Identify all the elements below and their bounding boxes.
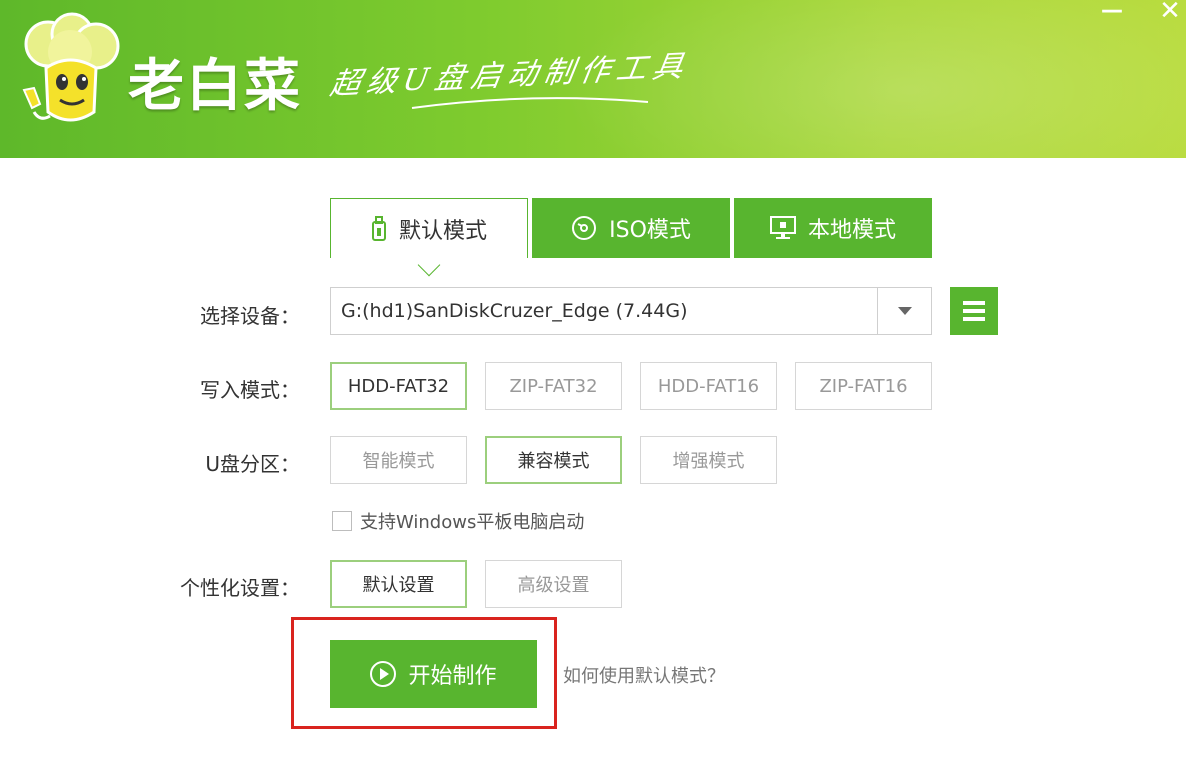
personalize-label: 个性化设置： (180, 576, 300, 600)
tab-local-mode[interactable]: 本地模式 (734, 198, 932, 258)
disc-icon (571, 215, 597, 241)
write-mode-zip-fat32[interactable]: ZIP-FAT32 (485, 362, 622, 410)
app-header: 老白菜 超级U盘启动制作工具 — ✕ (0, 0, 1186, 158)
device-select[interactable]: G:(hd1)SanDiskCruzer_Edge (7.44G) (330, 287, 932, 335)
tab-label: ISO模式 (609, 218, 691, 243)
start-button[interactable]: 开始制作 (330, 640, 537, 708)
menu-icon-bar (963, 301, 985, 305)
menu-icon-bar (963, 309, 985, 313)
chevron-down-icon[interactable] (877, 288, 931, 334)
brand-title: 老白菜 (128, 54, 302, 119)
menu-icon-bar (963, 317, 985, 321)
tab-default-mode[interactable]: 默认模式 (330, 198, 528, 277)
close-button[interactable]: ✕ (1150, 0, 1186, 26)
tab-label: 默认模式 (398, 218, 487, 244)
device-menu-button[interactable] (950, 287, 998, 335)
write-mode-hdd-fat16[interactable]: HDD-FAT16 (640, 362, 777, 410)
help-link[interactable]: 如何使用默认模式？ (563, 662, 725, 688)
tab-iso-mode[interactable]: ISO模式 (532, 198, 730, 258)
personalize-advanced[interactable]: 高级设置 (485, 560, 622, 608)
monitor-icon (769, 216, 796, 240)
device-label: 选择设备： (200, 304, 300, 328)
device-select-value: G:(hd1)SanDiskCruzer_Edge (7.44G) (341, 300, 688, 322)
partition-smart-mode[interactable]: 智能模式 (330, 436, 467, 484)
partition-enhanced-mode[interactable]: 增强模式 (640, 436, 777, 484)
usb-drive-icon (371, 215, 387, 242)
play-icon (370, 661, 397, 687)
cabbage-mascot-logo (22, 12, 120, 122)
tablet-boot-checkbox[interactable] (332, 511, 352, 531)
tablet-boot-label: 支持Windows平板电脑启动 (360, 512, 585, 533)
tablet-boot-option[interactable]: 支持Windows平板电脑启动 (332, 508, 584, 534)
personalize-default[interactable]: 默认设置 (330, 560, 467, 608)
tab-label: 本地模式 (807, 218, 896, 243)
write-mode-hdd-fat32[interactable]: HDD-FAT32 (330, 362, 467, 410)
partition-label: U盘分区： (205, 452, 300, 476)
write-mode-zip-fat16[interactable]: ZIP-FAT16 (795, 362, 932, 410)
slogan-underline (411, 97, 649, 109)
start-button-label: 开始制作 (408, 664, 497, 689)
active-tab-pointer (417, 253, 441, 277)
minimize-button[interactable]: — (1092, 0, 1132, 26)
write-mode-label: 写入模式： (200, 378, 300, 402)
partition-compatible-mode[interactable]: 兼容模式 (485, 436, 622, 484)
